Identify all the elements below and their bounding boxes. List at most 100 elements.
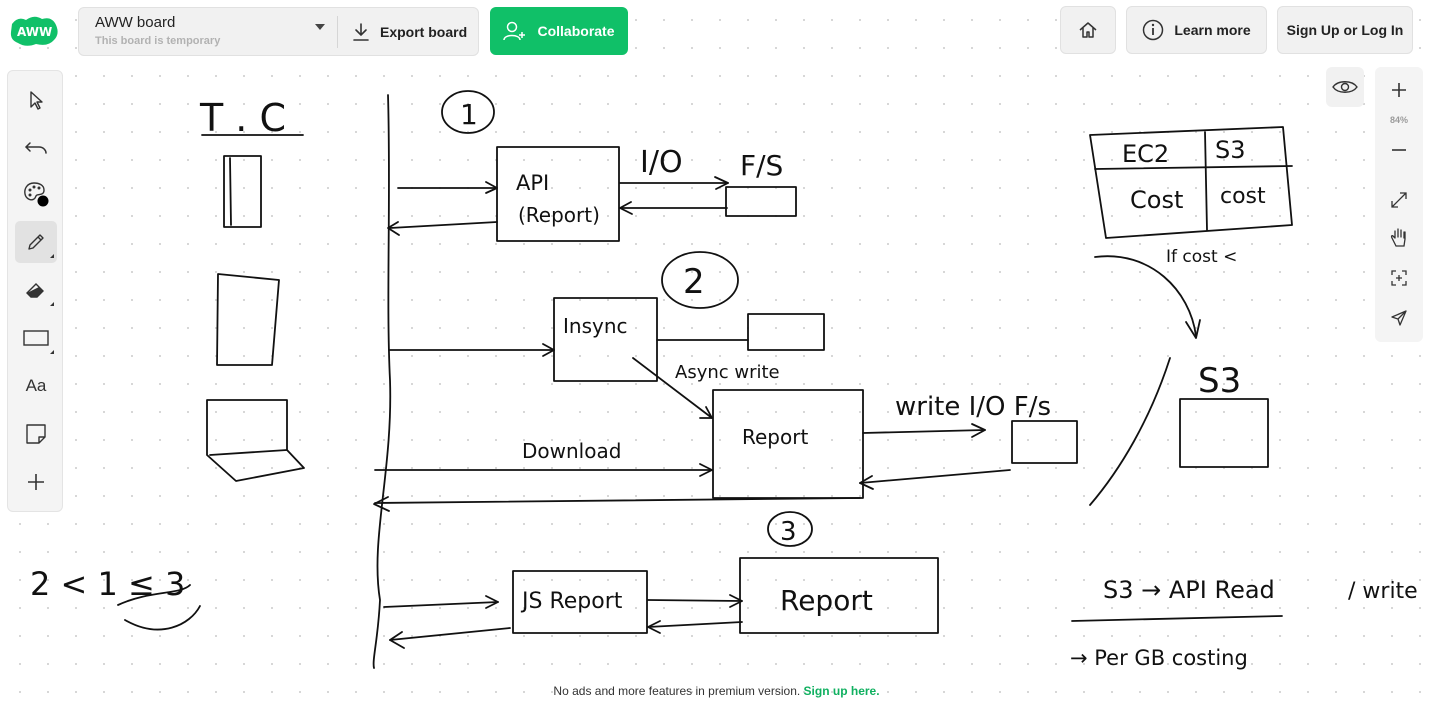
write-io-label: write I/O F/s xyxy=(895,392,1051,422)
right-toolbar: 84% xyxy=(1375,67,1423,342)
cost2-label: cost xyxy=(1220,184,1266,209)
eraser-tool[interactable] xyxy=(15,269,57,311)
select-tool[interactable] xyxy=(15,79,57,121)
cost-table xyxy=(1089,126,1293,239)
cursor-icon xyxy=(30,91,43,110)
chevron-down-icon[interactable] xyxy=(315,24,325,30)
insync-box xyxy=(553,297,658,382)
export-board-button[interactable]: Export board xyxy=(338,8,467,55)
rectangle-icon xyxy=(23,330,49,346)
tc-section: T . C xyxy=(199,96,305,482)
svg-text:AWW: AWW xyxy=(17,25,52,39)
insync-label: Insync xyxy=(563,314,628,338)
undo-icon xyxy=(24,142,47,154)
zoom-in-icon xyxy=(1392,83,1406,97)
js-report-section: JS Report Report xyxy=(383,557,939,649)
learn-more-button[interactable]: Learn more xyxy=(1126,6,1267,54)
sticky-note-icon xyxy=(26,424,46,444)
learn-more-label: Learn more xyxy=(1174,22,1251,38)
shape-tool[interactable] xyxy=(15,317,57,359)
report-bottom-label: Report xyxy=(780,584,873,617)
tc-shape-box xyxy=(206,399,305,482)
download-icon xyxy=(353,22,369,41)
api-label-2: (Report) xyxy=(518,203,600,227)
text-icon: Aa xyxy=(25,376,47,395)
board-info-panel: AWW board This board is temporary Export… xyxy=(78,7,479,56)
per-gb-label: → Per GB costing xyxy=(1070,646,1248,670)
focus-button[interactable] xyxy=(1375,261,1423,295)
pencil-tool[interactable] xyxy=(15,221,57,263)
fs-box-2 xyxy=(747,313,825,351)
text-tool[interactable]: Aa xyxy=(15,365,57,407)
collaborate-button[interactable]: Collaborate xyxy=(490,7,628,55)
eye-icon xyxy=(1332,81,1358,93)
io-label: I/O xyxy=(640,145,683,180)
signup-link[interactable]: Sign up here. xyxy=(804,684,880,698)
s3-api-label: S3 → API Read xyxy=(1103,576,1275,604)
s3-label: S3 xyxy=(1198,361,1241,401)
tc-label: T . C xyxy=(199,96,286,140)
home-button[interactable] xyxy=(1060,6,1116,54)
fs-box-1 xyxy=(725,186,797,217)
aww-logo[interactable]: AWW xyxy=(8,14,60,48)
signup-login-label: Sign Up or Log In xyxy=(1286,22,1404,38)
sticky-note-tool[interactable] xyxy=(15,413,57,455)
s3-head-label: S3 xyxy=(1215,136,1246,164)
tc-shape-rect xyxy=(216,273,280,366)
board-menu[interactable]: AWW board This board is temporary xyxy=(79,14,325,49)
submenu-indicator xyxy=(50,302,54,306)
zoom-out-button[interactable] xyxy=(1375,133,1423,167)
fit-screen-button[interactable] xyxy=(1375,183,1423,217)
eraser-icon xyxy=(26,283,44,298)
whiteboard-canvas[interactable]: T . C 1 API (Report) I/O F/S 2 Insync As… xyxy=(0,0,1433,706)
report-section: Report write I/O F/s Download 3 xyxy=(373,389,1078,547)
circle-3-label: 3 xyxy=(780,517,797,547)
api-label-1: API xyxy=(516,171,549,195)
palette-icon xyxy=(24,182,49,207)
notes-section: 2 < 1 ≤ 3 S3 → API Read / write → Per GB… xyxy=(30,565,1418,670)
api-section: 1 API (Report) I/O F/S xyxy=(387,90,797,242)
home-icon xyxy=(1079,22,1097,38)
plus-icon xyxy=(28,474,44,490)
fs-label: F/S xyxy=(740,149,783,182)
timeline xyxy=(372,94,392,669)
info-icon xyxy=(1143,19,1164,41)
submenu-indicator xyxy=(50,254,54,258)
cost1-label: Cost xyxy=(1130,186,1183,214)
collaborate-label: Collaborate xyxy=(537,23,615,39)
add-tool[interactable] xyxy=(15,461,57,503)
zoom-in-button[interactable] xyxy=(1375,73,1423,107)
if-cost-label: If cost < xyxy=(1166,247,1237,267)
signup-login-button[interactable]: Sign Up or Log In xyxy=(1277,6,1413,54)
circle-2-label: 2 xyxy=(683,262,705,302)
zoom-out-icon xyxy=(1392,149,1406,151)
circle-1-label: 1 xyxy=(460,98,478,131)
s3-box xyxy=(1179,398,1269,468)
board-title: AWW board xyxy=(95,14,176,31)
send-icon xyxy=(1391,310,1407,326)
hand-icon xyxy=(1390,228,1406,247)
board-subtitle: This board is temporary xyxy=(95,35,221,47)
fit-screen-icon xyxy=(1391,192,1407,208)
left-toolbar: Aa xyxy=(7,70,63,512)
report-mid-label: Report xyxy=(742,425,808,449)
download-label: Download xyxy=(522,439,621,463)
footer-text: No ads and more features in premium vers… xyxy=(553,684,801,698)
js-report-label: JS Report xyxy=(520,589,623,614)
premium-footer: No ads and more features in premium vers… xyxy=(0,684,1433,698)
cost-section: EC2 S3 Cost cost If cost < S3 xyxy=(1089,126,1293,506)
focus-icon xyxy=(1391,270,1407,286)
pencil-icon xyxy=(28,234,44,250)
view-toggle-button[interactable] xyxy=(1326,67,1364,107)
add-user-icon xyxy=(503,21,526,41)
export-board-label: Export board xyxy=(380,23,468,40)
send-button[interactable] xyxy=(1375,301,1423,335)
inequality-label: 2 < 1 ≤ 3 xyxy=(30,565,185,603)
color-tool[interactable] xyxy=(15,173,57,215)
async-write-label: Async write xyxy=(675,362,780,383)
async-section: 2 Insync Async write xyxy=(389,251,825,419)
hand-tool-button[interactable] xyxy=(1375,221,1423,255)
zoom-level: 84% xyxy=(1389,115,1408,125)
undo-tool[interactable] xyxy=(15,126,57,168)
submenu-indicator xyxy=(50,350,54,354)
